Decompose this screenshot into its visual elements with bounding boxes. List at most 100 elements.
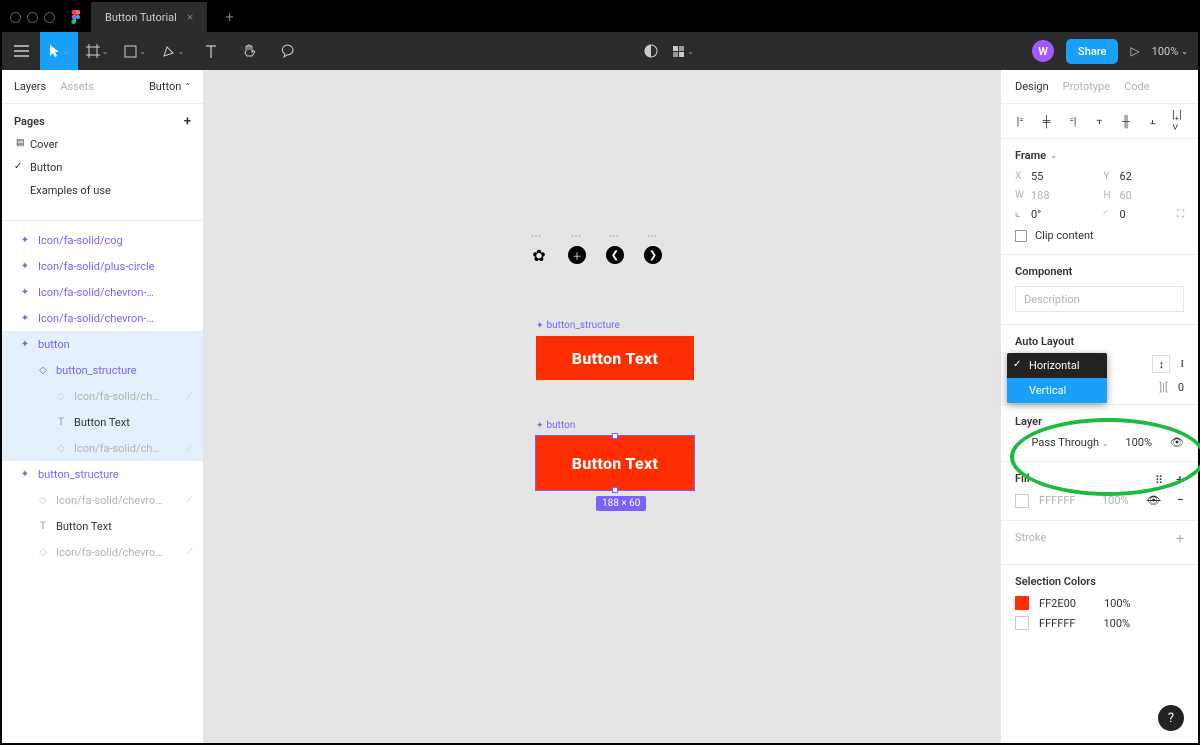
add-stroke-button[interactable]: +: [1176, 531, 1184, 547]
layer-button-text-1[interactable]: TButton Text: [2, 409, 203, 435]
fill-hex[interactable]: FFFFFF: [1039, 494, 1075, 507]
radius-input[interactable]: 0: [1120, 208, 1126, 221]
align-right-icon[interactable]: ⁼|: [1066, 114, 1080, 128]
expand-radius-icon[interactable]: ⛶: [1177, 209, 1184, 220]
layer-opacity-input[interactable]: 100%: [1125, 436, 1152, 449]
layer-icon-cog[interactable]: ✦Icon/fa-solid/cog: [2, 227, 203, 253]
canvas-button-2-selected[interactable]: Button Text: [536, 436, 694, 490]
visibility-icon[interactable]: ⟋: [186, 443, 193, 454]
tab-code[interactable]: Code: [1124, 80, 1149, 93]
fill-swatch[interactable]: [1015, 494, 1029, 508]
add-page-button[interactable]: +: [184, 114, 191, 129]
tab-prototype[interactable]: Prototype: [1063, 80, 1110, 93]
auto-layout-option-horizontal[interactable]: Horizontal: [1007, 353, 1107, 378]
fill-visibility-icon[interactable]: 👁: [1147, 494, 1161, 507]
align-top-icon[interactable]: ⫟: [1093, 114, 1107, 128]
window-controls[interactable]: [10, 12, 55, 23]
layer-button-structure-2[interactable]: ✦button_structure: [2, 461, 203, 487]
canvas-chevron-right-icon[interactable]: ❯: [644, 246, 662, 264]
tab-layers[interactable]: Layers: [14, 80, 46, 93]
layer-button-structure[interactable]: ◇button_structure: [2, 357, 203, 383]
canvas[interactable]: ✿ ＋ ❮ ❯ ✦button_structure Button Text ✦b…: [204, 70, 1000, 743]
canvas-plus-circle-icon[interactable]: ＋: [568, 246, 586, 264]
selcolor-pct-1[interactable]: 100%: [1104, 597, 1131, 610]
h-input[interactable]: 60: [1120, 189, 1132, 202]
layer-button-text-2[interactable]: TButton Text: [2, 513, 203, 539]
auto-layout-option-vertical[interactable]: Vertical: [1007, 378, 1107, 403]
canvas-label-2[interactable]: ✦button: [536, 420, 575, 431]
close-tab-icon[interactable]: ×: [187, 10, 193, 24]
tab-assets[interactable]: Assets: [60, 80, 94, 93]
blend-mode-select[interactable]: Pass Through ⌄: [1032, 436, 1109, 449]
layer-icon-child-2[interactable]: ◇Icon/fa-solid/ch…⟋: [2, 435, 203, 461]
selection-handle[interactable]: [612, 487, 618, 493]
user-avatar[interactable]: W: [1032, 40, 1054, 62]
layer-icon-child-1[interactable]: ◇Icon/fa-solid/ch…⟋: [2, 383, 203, 409]
zoom-select[interactable]: 100%⌄: [1152, 45, 1188, 58]
align-left-icon[interactable]: |⁼: [1013, 114, 1027, 128]
move-tool-button[interactable]: ⌄: [40, 32, 78, 70]
layer-icon-chevron-left[interactable]: ✦Icon/fa-solid/chevron-circle-left: [2, 279, 203, 305]
remove-fill-button[interactable]: −: [1177, 493, 1184, 508]
comment-tool-button[interactable]: [268, 32, 306, 70]
rotation-input[interactable]: 0°: [1031, 208, 1041, 221]
text-tool-button[interactable]: [192, 32, 230, 70]
help-button[interactable]: ?: [1158, 705, 1184, 731]
selcolor-pct-2[interactable]: 100%: [1103, 617, 1130, 630]
traffic-close-icon[interactable]: [10, 12, 21, 23]
clip-content-checkbox[interactable]: [1015, 230, 1027, 242]
frame-tool-button[interactable]: ⌄: [78, 32, 116, 70]
main-menu-button[interactable]: [2, 32, 40, 70]
hand-tool-button[interactable]: [230, 32, 268, 70]
traffic-min-icon[interactable]: [27, 12, 38, 23]
canvas-button-1[interactable]: Button Text: [536, 336, 694, 380]
present-button[interactable]: ▷: [1130, 44, 1139, 58]
new-tab-button[interactable]: +: [215, 8, 244, 26]
component-description-input[interactable]: Description: [1015, 286, 1184, 312]
page-selector[interactable]: Button⌃: [149, 80, 191, 93]
add-fill-button[interactable]: +: [1176, 472, 1184, 488]
canvas-label-1[interactable]: ✦button_structure: [536, 320, 620, 331]
tab-design[interactable]: Design: [1015, 80, 1049, 93]
visibility-icon[interactable]: ⟋: [186, 391, 193, 402]
dark-mode-icon[interactable]: [644, 44, 658, 58]
canvas-cog-icon[interactable]: ✿: [530, 246, 548, 264]
chevron-down-icon[interactable]: ⌄: [1050, 151, 1057, 160]
pen-tool-button[interactable]: ⌄: [154, 32, 192, 70]
layer-icon-child-4[interactable]: ◇Icon/fa-solid/chevro…⟋: [2, 539, 203, 565]
canvas-chevron-left-icon[interactable]: ❮: [606, 246, 624, 264]
align-vcenter-icon[interactable]: ╫: [1119, 114, 1133, 128]
layer-icon-chevron-right[interactable]: ✦Icon/fa-solid/chevron-circle-right: [2, 305, 203, 331]
visibility-icon[interactable]: 👁: [1170, 436, 1184, 449]
auto-layout-padding-icon[interactable]: ↕: [1152, 355, 1170, 373]
selcolor-swatch-1[interactable]: [1015, 596, 1029, 610]
selcolor-hex-1[interactable]: FF2E00: [1039, 597, 1076, 610]
w-input[interactable]: 188: [1031, 189, 1050, 202]
selcolor-swatch-2[interactable]: [1015, 616, 1029, 630]
page-cover[interactable]: ▤Cover: [2, 133, 203, 156]
page-examples[interactable]: Examples of use: [2, 179, 203, 202]
distribute-icon[interactable]: |₊|˅: [1172, 114, 1186, 128]
align-bottom-icon[interactable]: ⫠: [1146, 114, 1160, 128]
page-button[interactable]: Button: [2, 156, 203, 179]
layer-icon-plus-circle[interactable]: ✦Icon/fa-solid/plus-circle: [2, 253, 203, 279]
component-tool-button[interactable]: ⌄: [672, 44, 694, 58]
visibility-icon[interactable]: ⟋: [186, 547, 193, 558]
share-button[interactable]: Share: [1066, 39, 1118, 64]
selcolor-hex-2[interactable]: FFFFFF: [1039, 617, 1075, 630]
layer-icon-child-3[interactable]: ◇Icon/fa-solid/chevro…⟋: [2, 487, 203, 513]
fill-opacity[interactable]: 100%: [1102, 494, 1129, 507]
shape-tool-button[interactable]: ⌄: [116, 32, 154, 70]
fill-styles-icon[interactable]: ⠿: [1155, 474, 1164, 487]
auto-layout-direction-dropdown[interactable]: Horizontal Vertical: [1007, 353, 1107, 403]
y-input[interactable]: 62: [1120, 170, 1132, 183]
align-hcenter-icon[interactable]: ╪: [1040, 114, 1054, 128]
visibility-icon[interactable]: ⟋: [186, 495, 193, 506]
auto-layout-spacing-input[interactable]: 0: [1178, 381, 1184, 394]
layer-button[interactable]: ✦button: [2, 331, 203, 357]
x-input[interactable]: 55: [1031, 170, 1043, 183]
selection-handle[interactable]: [612, 433, 618, 439]
figma-logo-icon[interactable]: [69, 10, 83, 24]
traffic-max-icon[interactable]: [44, 12, 55, 23]
file-tab[interactable]: Button Tutorial ×: [91, 2, 207, 32]
